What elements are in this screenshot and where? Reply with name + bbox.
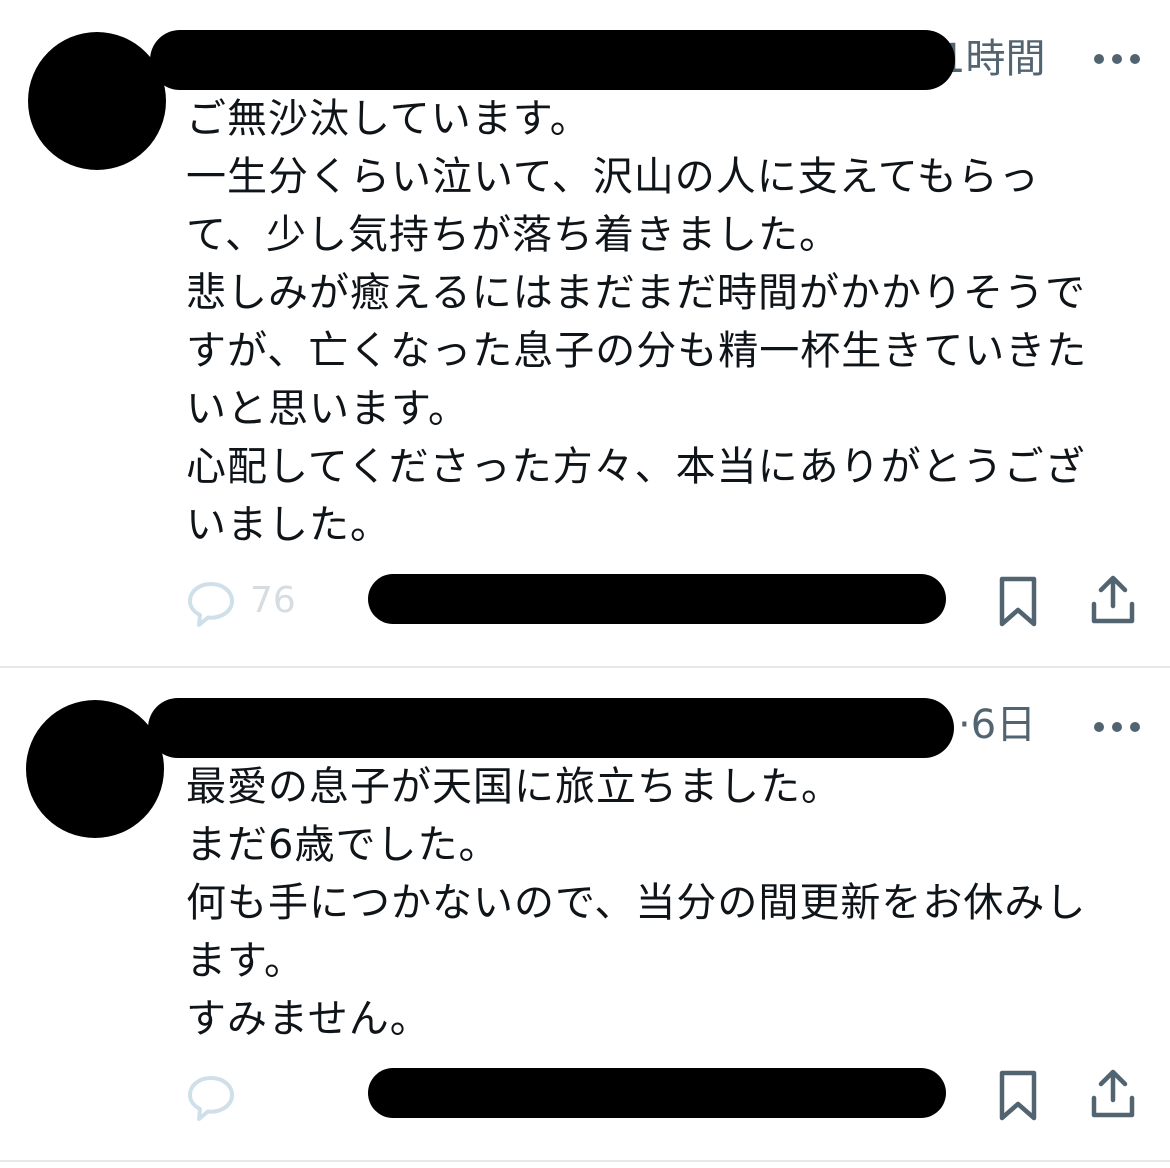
tweet-timestamp[interactable]: 1時間 <box>940 34 1045 84</box>
avatar[interactable] <box>26 700 164 838</box>
tweet-text: 最愛の息子が天国に旅立ちました。 まだ6歳でした。 何も手につかないので、当分の… <box>186 764 1087 1042</box>
share-upload-icon[interactable] <box>1090 1068 1136 1120</box>
tweet-timestamp[interactable]: ·6日 <box>958 700 1036 750</box>
redacted-actions <box>368 1068 946 1118</box>
redacted-username <box>150 30 955 90</box>
tweet[interactable]: ·6日 最愛の息子が天国に旅立ちました。 まだ6歳でした。 何も手につかないので… <box>0 668 1170 1162</box>
tweet-text: ご無沙汰しています。 一生分くらい泣いて、沢山の人に支えてもらっ て、少し気持ち… <box>186 96 1088 548</box>
share-upload-icon[interactable] <box>1090 574 1136 626</box>
more-horizontal-icon[interactable] <box>1094 54 1140 64</box>
tweet-action-bar <box>0 1060 1170 1130</box>
redacted-username <box>148 698 954 758</box>
tweet-action-bar: 76 <box>0 566 1170 636</box>
bookmark-icon[interactable] <box>998 1070 1038 1122</box>
reply-count: 76 <box>250 580 296 621</box>
speech-bubble-icon[interactable] <box>186 580 236 628</box>
more-horizontal-icon[interactable] <box>1094 722 1140 732</box>
bookmark-icon[interactable] <box>998 576 1038 628</box>
redacted-actions <box>368 574 946 624</box>
avatar[interactable] <box>28 32 166 170</box>
tweet[interactable]: 1時間 ご無沙汰しています。 一生分くらい泣いて、沢山の人に支えてもらっ て、少… <box>0 0 1170 668</box>
speech-bubble-icon[interactable] <box>186 1074 236 1122</box>
